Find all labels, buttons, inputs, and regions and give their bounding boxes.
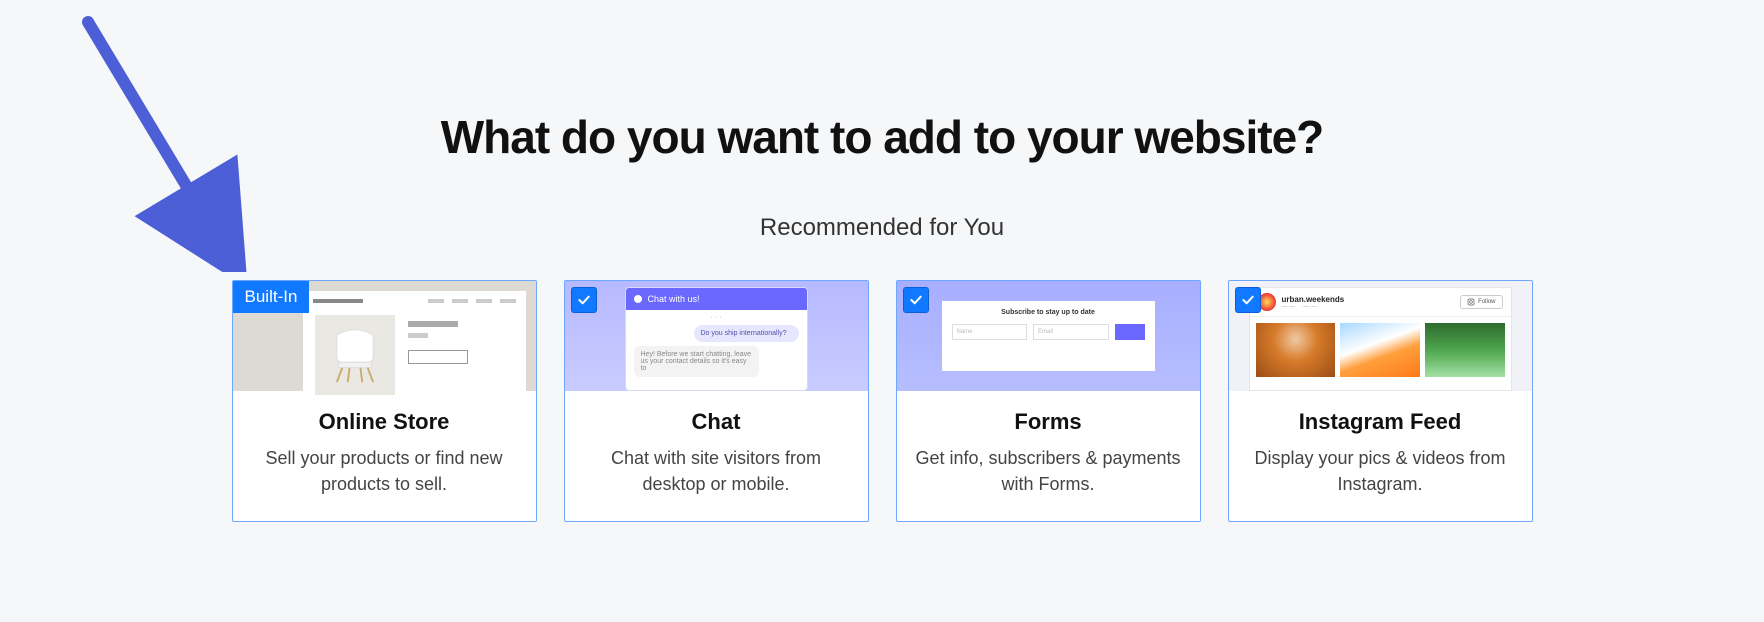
check-icon	[576, 292, 592, 308]
card-chat[interactable]: Chat with us! · · · Do you ship internat…	[564, 280, 869, 522]
card-checkbox[interactable]	[1235, 287, 1261, 313]
card-title: Instagram Feed	[1245, 409, 1516, 435]
card-description: Display your pics & videos from Instagra…	[1245, 445, 1516, 497]
page-title: What do you want to add to your website?	[0, 0, 1764, 164]
form-title: Subscribe to stay up to date	[952, 309, 1145, 316]
check-icon	[908, 292, 924, 308]
check-icon	[1240, 292, 1256, 308]
insta-photo	[1340, 323, 1420, 377]
chair-icon	[326, 326, 384, 384]
page-subtitle: Recommended for You	[0, 214, 1764, 242]
card-online-store[interactable]: Built-In Online Store S	[232, 280, 537, 522]
card-preview: Chat with us! · · · Do you ship internat…	[565, 281, 868, 391]
insta-photo	[1425, 323, 1505, 377]
follow-button: Follow	[1460, 295, 1502, 309]
form-field-email: Email	[1033, 324, 1109, 340]
card-title: Forms	[913, 409, 1184, 435]
card-preview: urban.weekends — —— — Follow	[1229, 281, 1532, 391]
card-description: Chat with site visitors from desktop or …	[581, 445, 852, 497]
card-title: Chat	[581, 409, 852, 435]
insta-photo	[1256, 323, 1336, 377]
card-grid: Built-In Online Store S	[0, 280, 1764, 522]
card-preview: Subscribe to stay up to date Name Email	[897, 281, 1200, 391]
insta-username: urban.weekends	[1282, 295, 1455, 304]
form-submit	[1115, 324, 1145, 340]
card-checkbox[interactable]	[571, 287, 597, 313]
chat-bubble-out: Hey! Before we start chatting, leave us …	[634, 346, 759, 377]
instagram-icon	[1467, 298, 1475, 306]
card-title: Online Store	[249, 409, 520, 435]
builtin-badge: Built-In	[233, 281, 310, 313]
form-field-name: Name	[952, 324, 1028, 340]
chat-header-text: Chat with us!	[648, 294, 700, 304]
card-forms[interactable]: Subscribe to stay up to date Name Email …	[896, 280, 1201, 522]
card-checkbox[interactable]	[903, 287, 929, 313]
chat-bubble-in: Do you ship internationally?	[694, 325, 799, 342]
card-instagram[interactable]: urban.weekends — —— — Follow Instagram F…	[1228, 280, 1533, 522]
card-description: Get info, subscribers & payments with Fo…	[913, 445, 1184, 497]
card-description: Sell your products or find new products …	[249, 445, 520, 497]
